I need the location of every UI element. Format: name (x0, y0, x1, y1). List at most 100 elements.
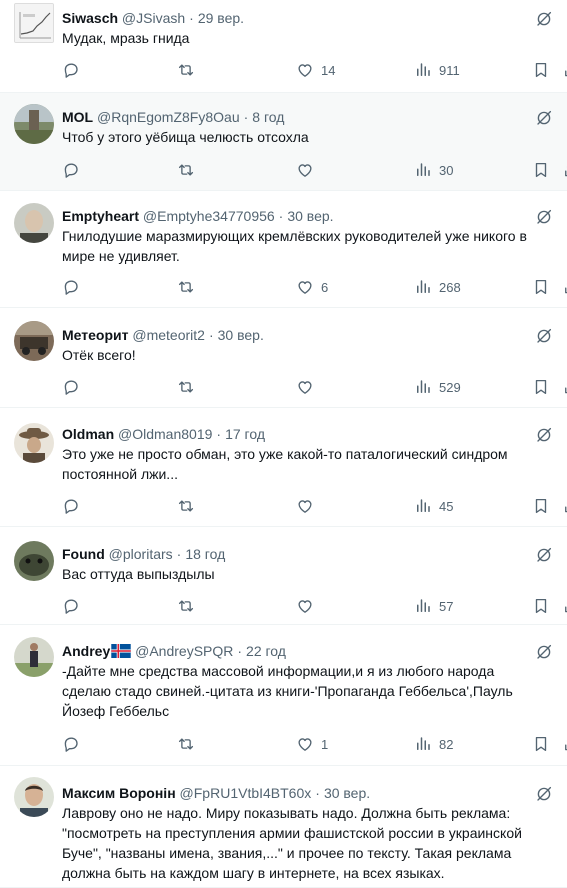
retweet-button[interactable] (177, 377, 195, 397)
username[interactable]: @FpRU1VtbI4BT60x (180, 785, 312, 801)
tweet[interactable]: Метеорит @meteorit2 · 30 вер. Отёк всего! 52… (0, 308, 567, 408)
username[interactable]: @Oldman8019 (118, 426, 212, 442)
share-button[interactable] (562, 160, 567, 180)
bookmark-button[interactable] (532, 496, 550, 516)
grok-button[interactable] (535, 426, 553, 444)
display-name[interactable]: Метеорит (62, 327, 128, 343)
tweet-text-line: Лаврову оно не надо. Миру показывать над… (62, 805, 511, 821)
reply-button[interactable] (62, 60, 80, 80)
like-button[interactable] (296, 496, 314, 516)
timestamp[interactable]: 18 год (185, 546, 225, 562)
avatar[interactable] (14, 321, 54, 361)
username[interactable]: @ploritars (109, 546, 173, 562)
tweet-header: Siwasch @JSivash · 29 вер. (62, 8, 244, 28)
grok-button[interactable] (535, 208, 553, 226)
tower-photo-avatar (14, 104, 54, 144)
like-button[interactable] (296, 596, 314, 616)
bookmark-button[interactable] (532, 160, 550, 180)
display-name[interactable]: Found (62, 546, 105, 562)
avatar[interactable] (14, 203, 54, 243)
avatar[interactable] (14, 3, 54, 43)
retweet-button[interactable] (177, 160, 195, 180)
tweet-text-line: Это уже не просто обман, это уже какой-т… (62, 446, 508, 462)
timestamp[interactable]: 29 вер. (198, 10, 244, 26)
tweet[interactable]: Siwasch @JSivash · 29 вер. Мудак, мразь гни… (0, 0, 567, 93)
like-button[interactable]: 14 (296, 60, 335, 80)
retweet-button[interactable] (177, 496, 195, 516)
views-button[interactable]: 911 (414, 60, 460, 80)
bookmark-button[interactable] (532, 734, 550, 754)
avatar[interactable] (14, 104, 54, 144)
share-button[interactable] (562, 377, 567, 397)
timestamp[interactable]: 30 вер. (287, 208, 333, 224)
grok-button[interactable] (535, 785, 553, 803)
username[interactable]: @JSivash (122, 10, 185, 26)
tweet[interactable]: Found @ploritars · 18 год Вас оттуда выпызд… (0, 527, 567, 625)
bookmark-button[interactable] (532, 596, 550, 616)
avatar[interactable] (14, 423, 54, 463)
display-name[interactable]: Emptyheart (62, 208, 139, 224)
like-button[interactable] (296, 377, 314, 397)
timestamp[interactable]: 8 год (252, 109, 284, 125)
views-icon (417, 63, 430, 76)
views-button[interactable]: 529 (414, 377, 461, 397)
avatar[interactable] (14, 637, 54, 677)
views-button[interactable]: 30 (414, 160, 453, 180)
like-button[interactable]: 1 (296, 734, 328, 754)
avatar[interactable] (14, 541, 54, 581)
tweet[interactable]: Максим Воронін @FpRU1VtbI4BT60x · 30 вер. Л… (0, 766, 567, 888)
share-button[interactable] (562, 496, 567, 516)
separator-dot: · (189, 10, 194, 26)
reply-button[interactable] (62, 377, 80, 397)
username[interactable]: @AndreySPQR (135, 643, 233, 659)
username[interactable]: @Emptyhe34770956 (143, 208, 275, 224)
reply-button[interactable] (62, 496, 80, 516)
grok-button[interactable] (535, 327, 553, 345)
display-name[interactable]: Oldman (62, 426, 114, 442)
views-icon (417, 380, 430, 393)
share-button[interactable] (562, 596, 567, 616)
heart-icon (298, 164, 312, 177)
grok-button[interactable] (535, 643, 553, 661)
reply-button[interactable] (62, 277, 80, 297)
tweet[interactable]: Andrey @AndreySPQR · 22 год -Дайте мне сред… (0, 625, 567, 766)
display-name[interactable]: Siwasch (62, 10, 118, 26)
like-button[interactable]: 6 (296, 277, 328, 297)
views-button[interactable]: 45 (414, 496, 453, 516)
share-button[interactable] (562, 60, 567, 80)
bookmark-button[interactable] (532, 277, 550, 297)
reply-button[interactable] (62, 596, 80, 616)
tweet-text: Чтоб у этого уёбища челюсть отсохла (62, 127, 567, 147)
timestamp[interactable]: 22 год (246, 643, 286, 659)
display-name[interactable]: Andrey (62, 643, 110, 659)
retweet-button[interactable] (177, 277, 195, 297)
display-name[interactable]: Максим Воронін (62, 785, 176, 801)
share-button[interactable] (562, 734, 567, 754)
timestamp[interactable]: 30 вер. (324, 785, 370, 801)
timestamp[interactable]: 30 вер. (218, 327, 264, 343)
avatar[interactable] (14, 777, 54, 817)
views-count: 268 (439, 279, 461, 295)
retweet-button[interactable] (177, 596, 195, 616)
like-button[interactable] (296, 160, 314, 180)
retweet-button[interactable] (177, 734, 195, 754)
reply-button[interactable] (62, 734, 80, 754)
tweet[interactable]: MOL @RqnEgomZ8Fy8Oau · 8 год Чтоб у этого у… (0, 93, 567, 191)
grok-button[interactable] (535, 546, 553, 564)
views-button[interactable]: 268 (414, 277, 461, 297)
grok-button[interactable] (535, 10, 553, 28)
bookmark-button[interactable] (532, 377, 550, 397)
timestamp[interactable]: 17 год (225, 426, 265, 442)
views-button[interactable]: 57 (414, 596, 453, 616)
reply-button[interactable] (62, 160, 80, 180)
bookmark-button[interactable] (532, 60, 550, 80)
display-name[interactable]: MOL (62, 109, 93, 125)
retweet-button[interactable] (177, 60, 195, 80)
username[interactable]: @RqnEgomZ8Fy8Oau (97, 109, 240, 125)
username[interactable]: @meteorit2 (132, 327, 205, 343)
views-button[interactable]: 82 (414, 734, 453, 754)
tweet[interactable]: Emptyheart @Emptyhe34770956 · 30 вер. Гнило… (0, 191, 567, 308)
grok-button[interactable] (535, 109, 553, 127)
share-button[interactable] (562, 277, 567, 297)
tweet[interactable]: Oldman @Oldman8019 · 17 год Это уже не прос… (0, 408, 567, 527)
